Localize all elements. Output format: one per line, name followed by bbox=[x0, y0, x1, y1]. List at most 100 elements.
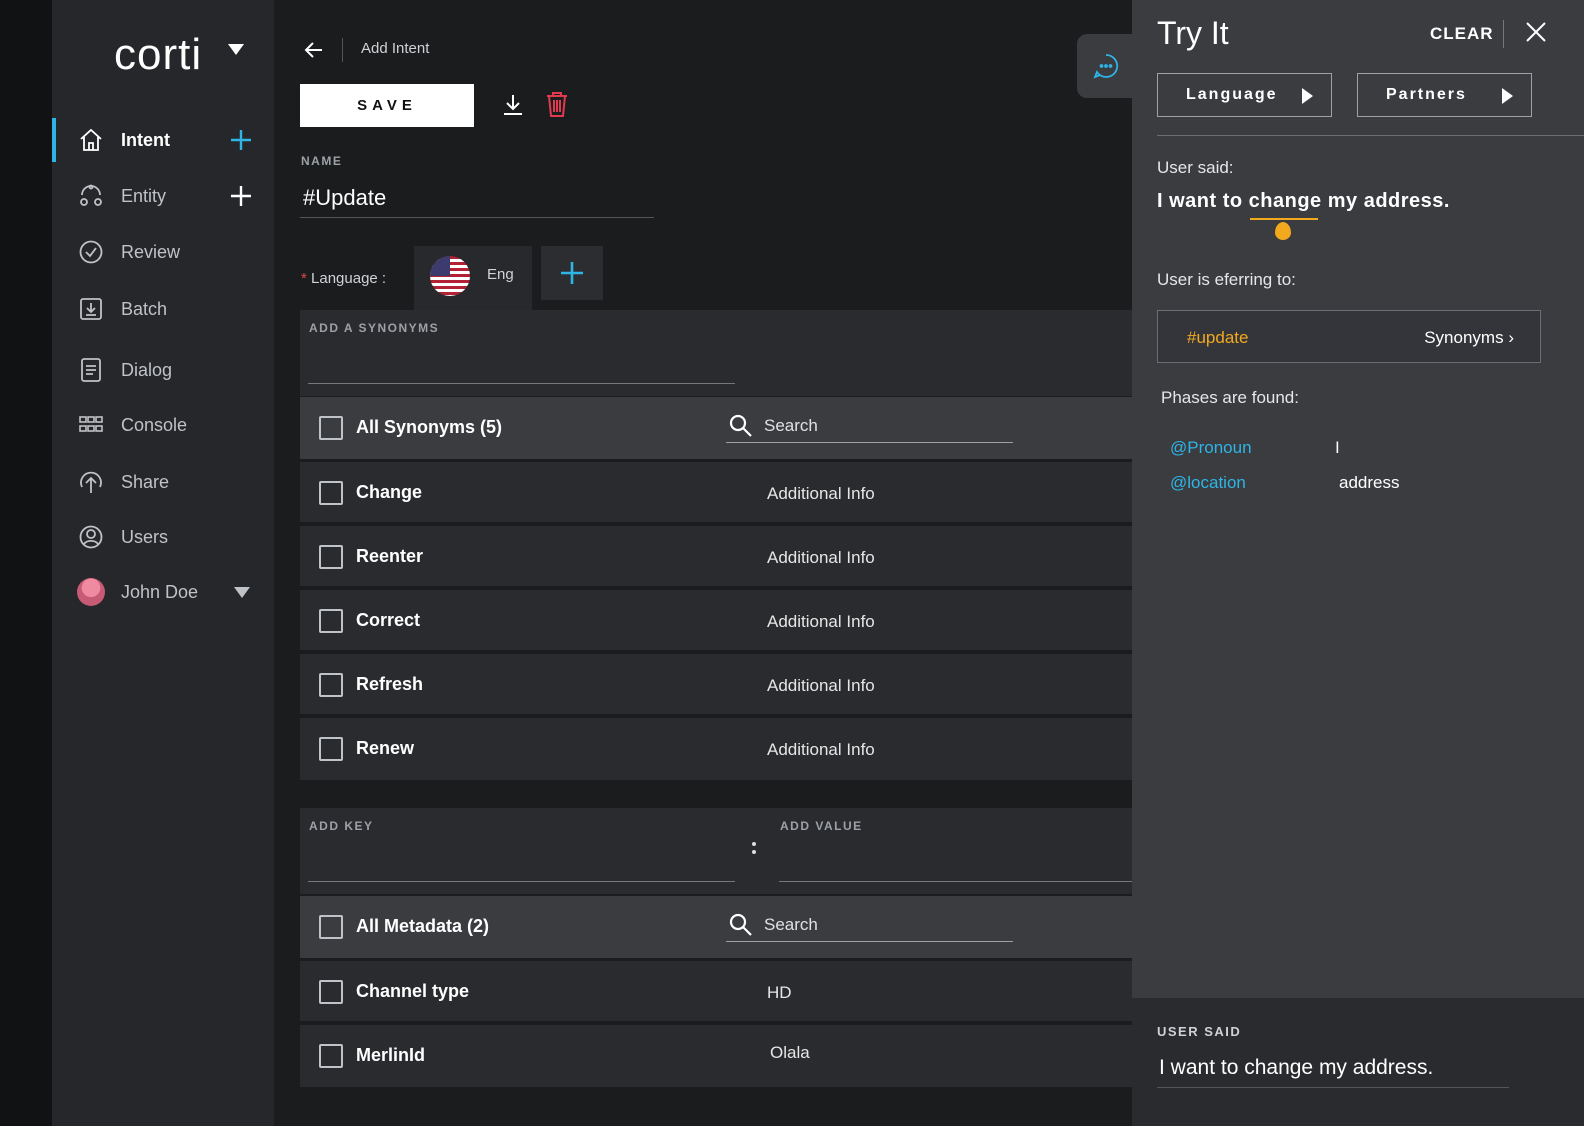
partners-dropdown-button[interactable]: Partners bbox=[1357, 73, 1532, 117]
language-label-text: Language : bbox=[311, 270, 387, 287]
language-button-label: Language bbox=[1186, 86, 1278, 103]
synonym-info: Additional Info bbox=[767, 740, 875, 759]
utterance-text: I want to change my address. bbox=[1157, 190, 1450, 212]
row-checkbox[interactable] bbox=[319, 673, 343, 697]
referring-label: User is eferring to: bbox=[1157, 270, 1296, 289]
avatar bbox=[77, 578, 105, 606]
table-row: Correct Additional Info bbox=[300, 588, 1132, 650]
breadcrumb: Add Intent bbox=[361, 40, 430, 57]
chat-bubble-icon bbox=[1093, 54, 1119, 79]
metadata-search bbox=[726, 910, 1013, 942]
all-synonyms-label: All Synonyms (5) bbox=[356, 417, 503, 437]
home-icon bbox=[80, 128, 102, 151]
sidebar-item-label: Console bbox=[121, 414, 188, 435]
select-all-metadata-checkbox[interactable] bbox=[319, 915, 343, 939]
matched-intent-card[interactable]: #update Synonyms › bbox=[1157, 310, 1541, 363]
try-it-toggle-button[interactable] bbox=[1077, 34, 1135, 98]
sidebar-item-label: Dialog bbox=[121, 359, 173, 380]
clear-button[interactable]: CLEAR bbox=[1430, 24, 1494, 44]
table-row: Channel type HD bbox=[300, 959, 1132, 1021]
user-menu[interactable]: John Doe bbox=[52, 570, 274, 614]
table-row: Refresh Additional Info bbox=[300, 652, 1132, 714]
user-said-input[interactable] bbox=[1157, 1048, 1509, 1088]
highlight-marker-icon[interactable] bbox=[1275, 222, 1291, 240]
entity-highlight-underline bbox=[1250, 218, 1318, 220]
user-name: John Doe bbox=[121, 581, 199, 602]
user-said-label: User said: bbox=[1157, 158, 1234, 177]
phase-entity-link[interactable]: @location bbox=[1170, 473, 1246, 493]
batch-download-icon bbox=[80, 298, 102, 320]
row-checkbox[interactable] bbox=[319, 980, 343, 1004]
select-all-synonyms-checkbox[interactable] bbox=[319, 416, 343, 440]
metadata-value: HD bbox=[767, 983, 792, 1002]
user-dropdown-caret-icon[interactable] bbox=[234, 586, 250, 598]
synonym-info: Additional Info bbox=[767, 548, 875, 567]
add-entity-plus-icon[interactable] bbox=[228, 183, 254, 209]
table-row: Change Additional Info bbox=[300, 460, 1132, 522]
language-chip-english[interactable]: Eng bbox=[414, 246, 532, 310]
entity-icon bbox=[80, 184, 102, 206]
synonym-search-input[interactable] bbox=[764, 411, 1004, 441]
phase-value: I bbox=[1335, 438, 1340, 457]
row-checkbox[interactable] bbox=[319, 481, 343, 505]
metadata-header-row: All Metadata (2) bbox=[300, 896, 1132, 958]
name-label: NAME bbox=[301, 154, 343, 168]
table-row: MerlinId Olala bbox=[300, 1023, 1132, 1087]
close-icon[interactable] bbox=[1524, 20, 1548, 44]
active-indicator bbox=[52, 118, 56, 162]
key-value-separator-icon bbox=[752, 840, 758, 860]
metadata-key: MerlinId bbox=[356, 1045, 426, 1065]
add-language-button[interactable] bbox=[541, 246, 603, 300]
synonym-label: Change bbox=[356, 482, 423, 502]
language-dropdown-button[interactable]: Language bbox=[1157, 73, 1332, 117]
header-separator bbox=[1503, 20, 1504, 48]
required-marker: * bbox=[301, 270, 307, 287]
row-checkbox[interactable] bbox=[319, 1044, 343, 1068]
phase-entity-link[interactable]: @Pronoun bbox=[1170, 438, 1252, 458]
sidebar-item-label: Review bbox=[121, 241, 181, 262]
metadata-search-input[interactable] bbox=[764, 910, 1004, 940]
add-metadata-panel: ADD KEY ADD VALUE bbox=[300, 808, 1132, 894]
synonym-label: Renew bbox=[356, 738, 415, 758]
sidebar-item-entity[interactable]: Entity bbox=[52, 174, 274, 218]
user-circle-icon bbox=[79, 525, 103, 549]
save-button[interactable]: SAVE bbox=[300, 84, 474, 127]
sidebar-item-label: Intent bbox=[121, 129, 170, 150]
synonym-label: Refresh bbox=[356, 674, 424, 694]
add-value-input[interactable] bbox=[779, 852, 1132, 882]
sidebar-item-review[interactable]: Review bbox=[52, 230, 274, 274]
back-arrow-icon[interactable] bbox=[302, 38, 326, 62]
all-metadata-label: All Metadata (2) bbox=[356, 916, 490, 936]
row-checkbox[interactable] bbox=[319, 545, 343, 569]
user-said-footer: USER SAID bbox=[1132, 998, 1584, 1126]
sidebar: corti Intent Entity Review Batch Dialog … bbox=[52, 0, 274, 1126]
add-key-label: ADD KEY bbox=[309, 819, 374, 833]
sidebar-item-label: Users bbox=[121, 526, 169, 547]
document-icon bbox=[81, 358, 101, 382]
workspace-dropdown-caret-icon[interactable] bbox=[228, 44, 244, 55]
synonyms-link[interactable]: Synonyms › bbox=[1424, 328, 1514, 348]
search-icon bbox=[729, 913, 752, 936]
us-flag-icon bbox=[430, 256, 470, 296]
intent-name-input[interactable] bbox=[300, 178, 654, 218]
corti-logo: corti bbox=[114, 30, 203, 79]
sidebar-item-dialog[interactable]: Dialog bbox=[52, 348, 274, 392]
sidebar-item-intent[interactable]: Intent bbox=[52, 118, 274, 162]
sidebar-item-share[interactable]: Share bbox=[52, 460, 274, 504]
divider bbox=[1157, 135, 1584, 136]
add-key-input[interactable] bbox=[308, 852, 735, 882]
play-triangle-icon bbox=[1502, 88, 1513, 104]
row-checkbox[interactable] bbox=[319, 609, 343, 633]
add-synonym-input[interactable] bbox=[308, 354, 735, 384]
sidebar-item-console[interactable]: Console bbox=[52, 403, 274, 447]
add-intent-plus-icon[interactable] bbox=[228, 127, 254, 153]
row-checkbox[interactable] bbox=[319, 737, 343, 761]
trash-icon[interactable] bbox=[544, 90, 570, 118]
breadcrumb-separator bbox=[342, 38, 343, 62]
synonym-search bbox=[726, 411, 1013, 443]
user-said-footer-label: USER SAID bbox=[1157, 1024, 1242, 1039]
download-icon[interactable] bbox=[500, 92, 526, 118]
sidebar-item-batch[interactable]: Batch bbox=[52, 287, 274, 331]
partners-button-label: Partners bbox=[1386, 86, 1467, 103]
sidebar-item-users[interactable]: Users bbox=[52, 515, 274, 559]
